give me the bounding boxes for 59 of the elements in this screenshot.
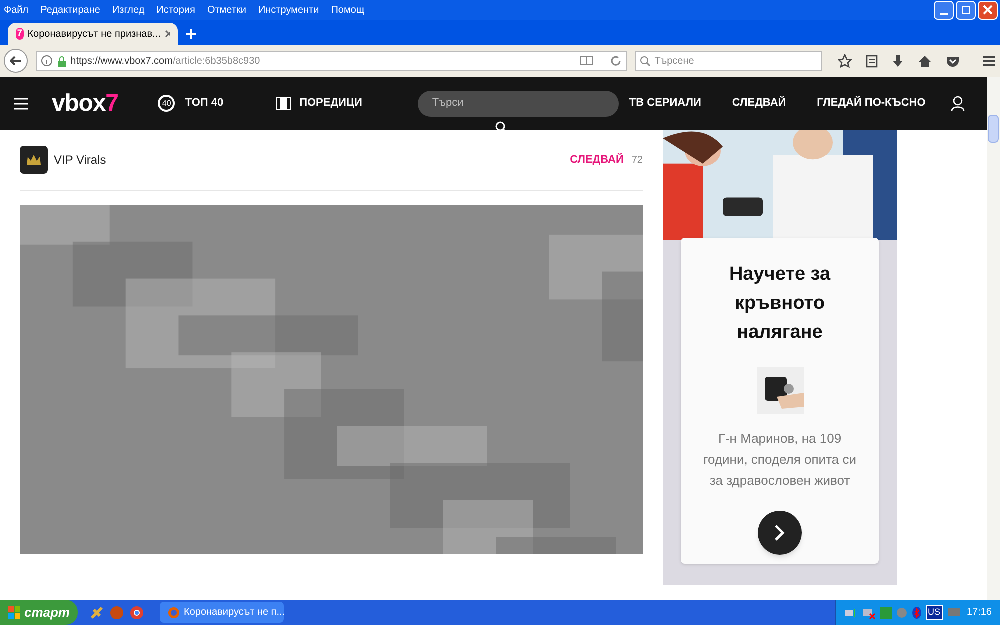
star-icon[interactable] (838, 54, 852, 68)
back-button[interactable] (4, 49, 28, 73)
url-text: https://www.vbox7.com/article:6b35b8c930 (70, 54, 262, 68)
menu-icon[interactable] (982, 55, 996, 67)
site-logo[interactable]: vbox7 (52, 86, 118, 122)
tab-title: Коронавирусът не признав... (28, 28, 161, 42)
browser-tab[interactable]: 7 Коронавирусът не признав... (8, 23, 178, 45)
channel-name[interactable]: VIP Virals (54, 151, 570, 169)
taskbar-window[interactable]: Коронавирусът не п... (160, 602, 284, 623)
clock: 17:16 (966, 606, 992, 620)
next-button[interactable] (758, 511, 802, 555)
menu-item[interactable]: Инструменти (258, 2, 320, 18)
back-arrow-icon (10, 56, 22, 66)
follower-count: 72 (632, 154, 643, 168)
menu-item[interactable]: Помощ (331, 2, 365, 18)
search-field[interactable]: Търсене (634, 51, 822, 71)
menu-item[interactable]: Редактиране (40, 2, 100, 18)
reload-icon[interactable] (610, 55, 622, 67)
minimize-button[interactable] (934, 0, 954, 20)
windows-logo-icon (8, 606, 20, 620)
nav-link[interactable]: СЛЕДВАЙ (732, 95, 786, 112)
menu-item[interactable]: Файл (4, 2, 29, 18)
new-tab-icon[interactable] (186, 29, 196, 39)
follow-link[interactable]: СЛЕДВАЙ (570, 152, 624, 168)
site-search-field[interactable]: Търси (418, 90, 620, 116)
ad-card[interactable]: Научете за кръвното налягане Г-н Маринов, на 109 години, споделя опита си за здравословен живот (681, 238, 879, 564)
channel-avatar[interactable] (20, 146, 48, 174)
scrollbar[interactable] (987, 77, 1000, 600)
download-icon[interactable] (892, 54, 904, 68)
firefox-icon (168, 606, 180, 618)
start-button[interactable]: старт (0, 600, 78, 625)
reader-icon[interactable] (580, 56, 594, 66)
nav-link[interactable]: ТОП 40 (185, 95, 224, 112)
info-icon[interactable] (40, 55, 53, 67)
menu-item[interactable]: Изглед (112, 2, 145, 18)
network-icon[interactable] (862, 606, 876, 618)
menu-item[interactable]: История (156, 2, 196, 18)
nav-link[interactable]: ПОРЕДИЦИ (300, 95, 362, 112)
home-icon[interactable] (918, 54, 932, 68)
clipboard-icon[interactable] (866, 54, 878, 68)
nav-link[interactable]: ТВ СЕРИАЛИ (629, 95, 702, 112)
address-bar[interactable]: https://www.vbox7.com/article:6b35b8c930 (36, 51, 627, 71)
ad-title: Научете за кръвното налягане (728, 263, 832, 345)
chrome-icon[interactable] (130, 606, 144, 620)
language-indicator[interactable]: US (926, 604, 943, 620)
bluetooth-icon[interactable] (912, 606, 922, 618)
pocket-icon[interactable] (946, 54, 960, 68)
close-button[interactable] (978, 0, 998, 20)
ad-text: Г-н Маринов, на 109 години, споделя опита си за здравословен живот (702, 430, 858, 490)
restore-button[interactable] (956, 0, 976, 20)
menu-item[interactable]: Отметки (207, 2, 246, 18)
tab-favicon: 7 (16, 28, 24, 40)
lock-icon (56, 56, 67, 66)
quicklaunch-icon[interactable] (90, 606, 104, 620)
nav-link[interactable]: ГЛЕДАЙ ПО-КЪСНО (817, 95, 926, 112)
chevron-right-icon (774, 525, 786, 541)
top-badge: 40 (158, 95, 176, 112)
user-icon[interactable] (950, 96, 965, 111)
film-icon (276, 97, 291, 110)
